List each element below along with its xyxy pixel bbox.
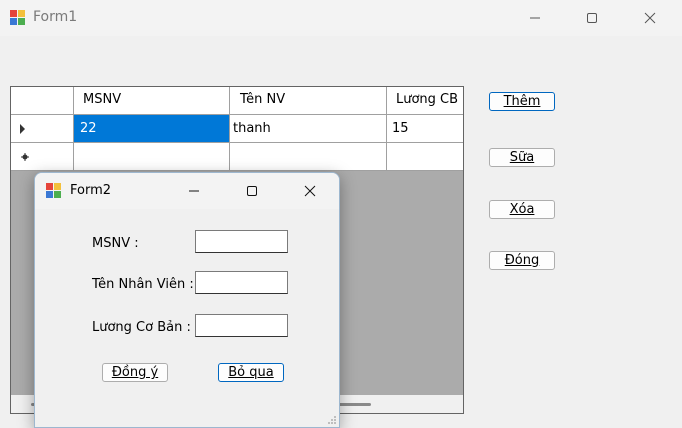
column-header-msnv[interactable]: MSNV	[74, 87, 230, 115]
dong-y-button[interactable]: Đồng ý	[102, 363, 168, 382]
row-header[interactable]	[11, 115, 74, 143]
minimize-button[interactable]	[171, 175, 217, 207]
column-header-luong-cb[interactable]: Lương CB	[387, 87, 463, 115]
sua-label: Sữa	[509, 150, 535, 165]
table-row[interactable]: 22 thanh 15	[11, 115, 463, 143]
column-header-ten-nv[interactable]: Tên NV	[230, 87, 387, 115]
close-button[interactable]	[287, 175, 333, 207]
cell-luong-cb[interactable]	[387, 143, 463, 171]
them-button[interactable]: Thêm	[489, 92, 555, 111]
maximize-icon	[247, 186, 257, 196]
cell-ten-nv[interactable]	[230, 143, 387, 171]
grid-corner-header[interactable]	[11, 87, 74, 115]
new-row[interactable]	[11, 143, 463, 171]
them-label: Thêm	[503, 94, 541, 109]
resize-grip-icon[interactable]	[327, 415, 337, 425]
row-header[interactable]	[11, 143, 74, 171]
close-icon	[644, 12, 656, 24]
cell-luong-cb[interactable]: 15	[387, 115, 463, 143]
form1-titlebar[interactable]: Form1	[0, 0, 682, 36]
dong-y-label: Đồng ý	[111, 365, 159, 380]
new-row-star-icon	[21, 153, 29, 161]
maximize-button[interactable]	[229, 175, 275, 207]
xoa-button[interactable]: Xóa	[489, 200, 555, 219]
xoa-label: Xóa	[509, 202, 535, 217]
msnv-label: MSNV :	[92, 236, 139, 251]
sua-button[interactable]: Sữa	[489, 148, 555, 167]
cell-msnv[interactable]: 22	[74, 115, 230, 143]
dong-button[interactable]: Đóng	[489, 251, 555, 270]
minimize-icon	[189, 190, 199, 192]
dong-label: Đóng	[504, 253, 540, 268]
dialog-title: Form2	[70, 183, 112, 198]
cell-msnv[interactable]	[74, 143, 230, 171]
cell-ten-nv[interactable]: thanh	[230, 115, 387, 143]
luong-co-ban-input[interactable]	[195, 314, 288, 337]
maximize-icon	[587, 13, 597, 23]
minimize-icon	[530, 17, 540, 19]
maximize-button[interactable]	[569, 2, 615, 34]
form2-dialog: Form2 MSNV : Tên Nhân Viên : Lương Cơ Bả…	[34, 172, 340, 428]
current-row-arrow-icon	[20, 124, 25, 134]
ten-nhan-vien-label: Tên Nhân Viên :	[92, 277, 194, 292]
luong-co-ban-label: Lương Cơ Bản :	[92, 320, 191, 335]
window-title: Form1	[33, 9, 78, 25]
minimize-button[interactable]	[512, 2, 558, 34]
app-icon	[46, 183, 62, 199]
msnv-input[interactable]	[195, 230, 288, 253]
grid-header-row: MSNV Tên NV Lương CB	[11, 87, 463, 115]
app-icon	[10, 10, 26, 26]
form2-titlebar[interactable]: Form2	[35, 173, 339, 209]
ten-nhan-vien-input[interactable]	[195, 271, 288, 294]
bo-qua-label: Bỏ qua	[228, 365, 274, 380]
close-button[interactable]	[627, 2, 673, 34]
bo-qua-button[interactable]: Bỏ qua	[218, 363, 284, 382]
close-icon	[304, 185, 316, 197]
